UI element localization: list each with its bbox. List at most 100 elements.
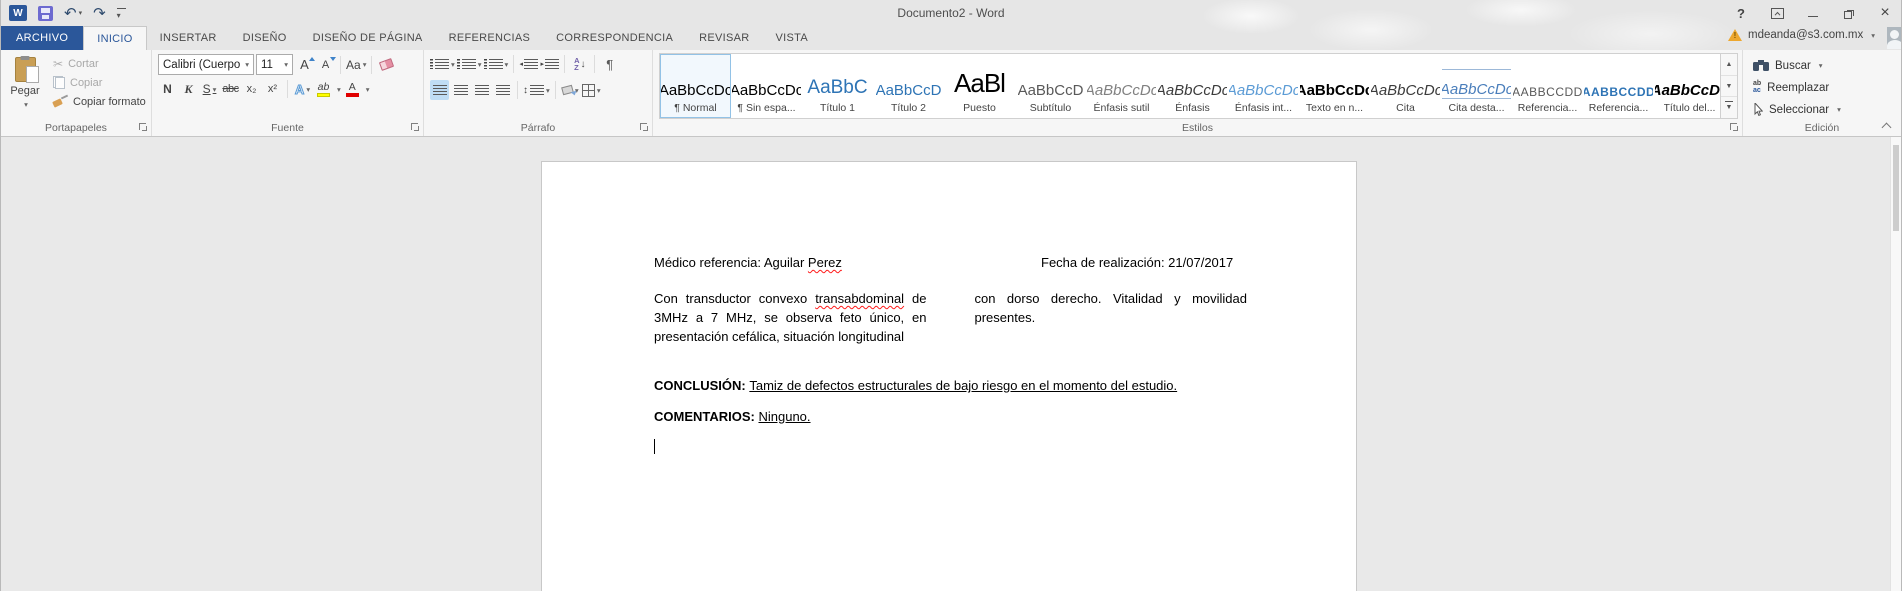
style-preview: AABBCCDD — [1513, 85, 1582, 99]
clipboard-dialog-launcher[interactable] — [138, 122, 149, 133]
document-page[interactable]: Médico referencia: Aguilar Perez Fecha d… — [541, 161, 1357, 591]
styles-more-button[interactable]: ▼ — [1721, 97, 1737, 118]
align-center-icon — [453, 85, 468, 95]
customize-qat-button[interactable]: ▾ — [116, 7, 126, 20]
find-button[interactable]: Buscar ▾ — [1753, 56, 1901, 75]
italic-button[interactable]: K — [179, 79, 198, 99]
tab-dise-o[interactable]: DISEÑO — [230, 26, 300, 50]
style-item-6[interactable]: AaBbCcD Subtítulo — [1015, 54, 1086, 118]
highlight-color-button[interactable]: ab — [314, 79, 333, 99]
subscript-button[interactable]: x₂ — [242, 79, 261, 99]
decrease-indent-button[interactable]: ◂ — [519, 54, 539, 74]
increase-indent-button[interactable]: ▸ — [540, 54, 560, 74]
style-item-13[interactable]: AABBCCDD Referencia... — [1512, 54, 1583, 118]
paste-label: Pegar — [10, 85, 40, 97]
grow-font-button[interactable]: A — [295, 55, 315, 75]
vertical-scrollbar[interactable] — [1890, 137, 1901, 591]
style-item-3[interactable]: AaBbC Título 1 — [802, 54, 873, 118]
font-dialog-launcher[interactable] — [410, 122, 421, 133]
help-button[interactable]: ? — [1733, 5, 1749, 21]
styles-gallery: AaBbCcDc ¶ Normal AaBbCcDc ¶ Sin espa... AaB… — [659, 53, 1721, 119]
style-item-1[interactable]: AaBbCcDc ¶ Normal — [660, 54, 731, 118]
font-name-combobox[interactable]: Calibri (Cuerpo ▾ — [158, 54, 254, 75]
line-spacing-button[interactable]: ↕ ▾ — [523, 80, 550, 100]
align-left-button[interactable] — [430, 80, 449, 100]
misspelled-word: transabdominal — [815, 291, 905, 306]
save-button[interactable] — [38, 5, 53, 21]
tab-archivo[interactable]: ARCHIVO — [1, 26, 84, 50]
styles-scroll-up-button[interactable]: ▲ — [1721, 54, 1737, 76]
word-logo-icon[interactable]: W — [9, 5, 27, 21]
borders-button[interactable]: ▾ — [581, 80, 601, 100]
comments-line: COMENTARIOS: Ninguno. — [654, 407, 1247, 426]
chevron-down-icon: ▾ — [477, 59, 482, 69]
style-item-8[interactable]: AaBbCcDc Énfasis — [1157, 54, 1228, 118]
style-item-12[interactable]: AaBbCcDc Cita desta... — [1441, 54, 1512, 118]
cut-button[interactable]: ✂ Cortar — [49, 54, 150, 73]
minimize-button[interactable] — [1805, 5, 1821, 21]
tab-referencias[interactable]: REFERENCIAS — [436, 26, 544, 50]
style-item-7[interactable]: AaBbCcDc Énfasis sutil — [1086, 54, 1157, 118]
style-item-11[interactable]: AaBbCcDc Cita — [1370, 54, 1441, 118]
multilevel-list-button[interactable]: ▾ — [483, 54, 508, 74]
collapse-ribbon-button[interactable] — [1882, 121, 1892, 131]
change-case-button[interactable]: Aa ▾ — [346, 55, 366, 75]
select-button[interactable]: Seleccionar ▾ — [1753, 100, 1901, 119]
numbering-button[interactable]: ▾ — [456, 54, 482, 74]
line-spacing-icon: ↕ — [523, 84, 528, 96]
shading-button[interactable]: ▾ — [561, 80, 580, 100]
style-item-4[interactable]: AaBbCcD Título 2 — [873, 54, 944, 118]
style-label: Cita desta... — [1448, 102, 1505, 114]
tab-insertar[interactable]: INSERTAR — [147, 26, 230, 50]
show-paragraph-marks-button[interactable]: ¶ — [600, 54, 619, 74]
underline-button[interactable]: S ▾ — [200, 79, 219, 99]
scrollbar-thumb[interactable] — [1893, 145, 1899, 231]
style-item-10[interactable]: AaBbCcDc Texto en n... — [1299, 54, 1370, 118]
tab-inicio[interactable]: INICIO — [83, 26, 147, 50]
undo-button[interactable]: ↶ ▾ — [64, 6, 82, 21]
redo-button[interactable]: ↷ — [93, 6, 106, 21]
copy-button[interactable]: Copiar — [49, 73, 150, 92]
styles-dialog-launcher[interactable] — [1729, 122, 1740, 133]
chevron-down-icon[interactable]: ▾ — [24, 100, 28, 109]
ribbon-display-options-button[interactable] — [1769, 5, 1785, 21]
text-effects-button[interactable]: A ▾ — [293, 79, 312, 99]
body-columns: Con transductor convexo transabdominal d… — [654, 289, 1247, 346]
tab-correspondencia[interactable]: CORRESPONDENCIA — [543, 26, 686, 50]
replace-button[interactable]: ab ac Reemplazar — [1753, 78, 1901, 97]
font-color-button[interactable]: A — [343, 79, 362, 99]
shrink-font-button[interactable]: A — [316, 55, 336, 75]
style-item-9[interactable]: AaBbCcDc Énfasis int... — [1228, 54, 1299, 118]
tab-dise-o-de-p-gina[interactable]: DISEÑO DE PÁGINA — [300, 26, 436, 50]
sort-button[interactable]: A Z ↓ — [570, 54, 589, 74]
highlight-icon — [317, 92, 330, 97]
chevron-down-icon[interactable]: ▾ — [79, 10, 83, 17]
style-item-15[interactable]: AaBbCcDc Título del... — [1654, 54, 1720, 118]
paragraph-dialog-launcher[interactable] — [639, 122, 650, 133]
style-item-2[interactable]: AaBbCcDc ¶ Sin espa... — [731, 54, 802, 118]
style-label: ¶ Normal — [674, 102, 717, 114]
tab-vista[interactable]: VISTA — [763, 26, 821, 50]
restore-button[interactable] — [1841, 5, 1857, 21]
tab-revisar[interactable]: REVISAR — [686, 26, 762, 50]
align-right-button[interactable] — [472, 80, 491, 100]
bold-button[interactable]: N — [158, 79, 177, 99]
align-center-button[interactable] — [451, 80, 470, 100]
format-painter-button[interactable]: Copiar formato — [49, 92, 150, 111]
bullets-button[interactable]: ▾ — [430, 54, 455, 74]
styles-scroll-down-button[interactable]: ▼ — [1721, 76, 1737, 98]
redo-icon: ↷ — [93, 4, 106, 22]
strikethrough-button[interactable]: abc — [221, 79, 240, 99]
style-item-14[interactable]: AABBCCDD Referencia... — [1583, 54, 1654, 118]
style-item-5[interactable]: AaBl Puesto — [944, 54, 1015, 118]
paste-button[interactable]: Pegar ▾ — [1, 50, 49, 119]
account-menu[interactable]: ! mdeanda@s3.com.mx ▾ — [1728, 29, 1875, 41]
clear-formatting-button[interactable] — [377, 55, 396, 75]
titlebar: W ↶ ▾ ↷ ▾ Documento2 - Word ? × — [1, 0, 1901, 26]
superscript-button[interactable]: x² — [263, 79, 282, 99]
chevron-down-icon: ▾ — [306, 84, 311, 94]
justify-button[interactable] — [493, 80, 512, 100]
font-size-combobox[interactable]: 11 ▾ — [256, 54, 293, 75]
avatar[interactable] — [1887, 27, 1901, 49]
close-button[interactable]: × — [1877, 4, 1893, 21]
